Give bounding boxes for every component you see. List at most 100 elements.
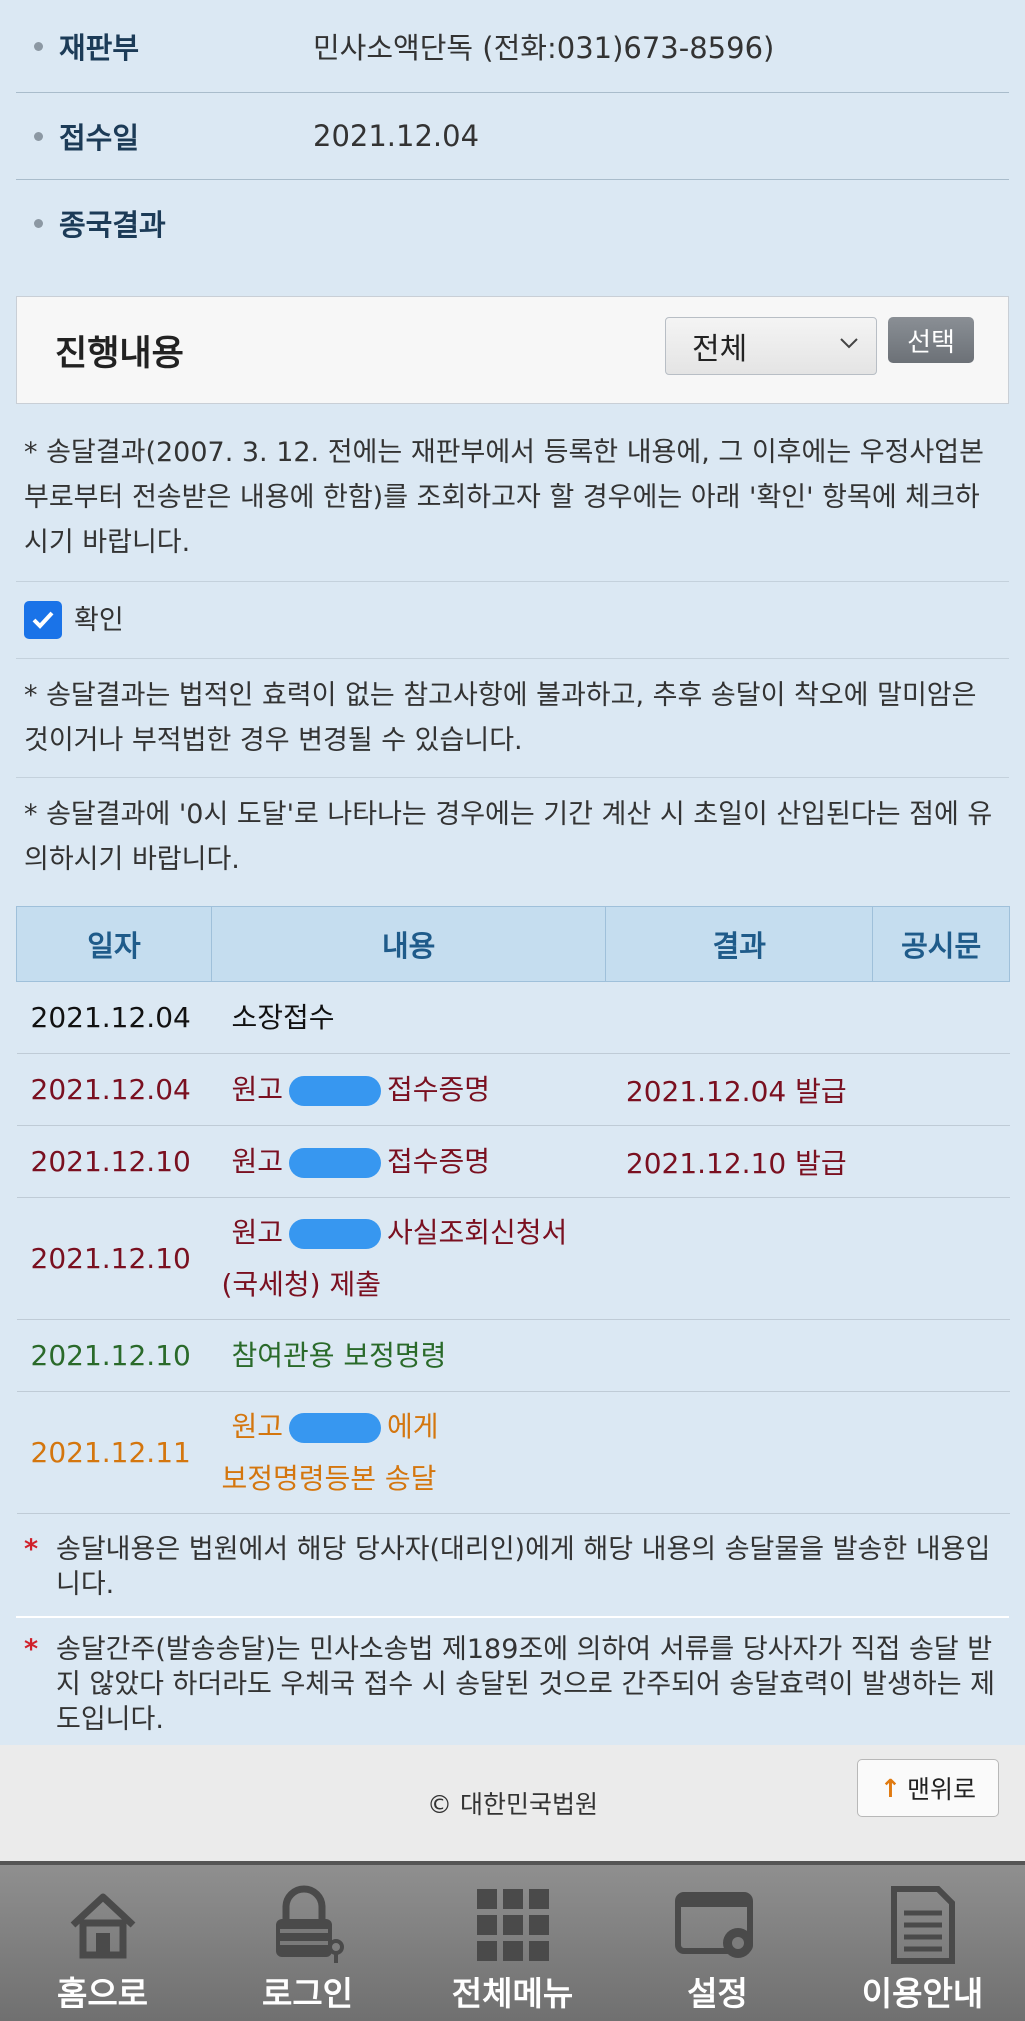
content-text-line2: (국세청) 제출 [221,1267,382,1301]
footnote-delivery-content: * 송달내용은 법원에서 해당 당사자(대리인)에게 해당 내용의 송달물을 발… [16,1514,1009,1618]
redaction-mark [288,1147,381,1178]
confirm-label: 확인 [74,604,124,636]
row-notice [872,1125,1010,1198]
nav-home[interactable]: 홈으로 [8,1865,198,2021]
row-result [605,1319,873,1392]
info-label: 접수일 [59,121,140,155]
case-info: 재판부 민사소액단독 (전화:031)673-8596) 접수일 2021.12… [0,0,1025,266]
content-text: 에게 [386,1409,439,1443]
row-notice [872,1053,1010,1126]
nav-label: 홈으로 [56,1974,149,2013]
row-content: 원고 접수증명 [211,1053,606,1126]
footer: © 대한민국법원 ↑ 맨위로 [0,1745,1025,1861]
header-date: 일자 [16,906,212,982]
row-notice [872,1319,1010,1392]
header-result: 결과 [605,906,874,982]
footnote-text: 송달내용은 법원에서 해당 당사자(대리인)에게 해당 내용의 송달물을 발송한… [56,1534,991,1600]
info-row-receipt-date: 접수일 2021.12.04 [16,93,1009,180]
content-text: 사실조회신청서 [386,1215,568,1249]
redaction-mark [288,1218,381,1249]
info-value: 2021.12.04 [313,119,480,153]
row-content: 원고 접수증명 [211,1125,606,1198]
lock-icon [266,1885,350,1965]
table-row: 2021.12.11 원고 에게 보정명령등본 송달 [16,1391,1010,1514]
content-text: 원고 [231,1215,283,1249]
content-text: 원고 [231,1144,283,1178]
info-label: 종국결과 [59,208,166,242]
home-icon [65,1885,141,1965]
select-button[interactable]: 선택 [888,317,974,363]
nav-label: 로그인 [261,1974,354,2013]
filter-select[interactable]: 전체 [665,317,877,375]
row-result: 2021.12.10 발급 [605,1125,873,1198]
settings-icon [674,1885,762,1965]
row-date: 2021.12.10 [16,1197,212,1320]
progress-header: 진행내용 전체 선택 [16,296,1009,404]
nav-label: 설정 [687,1974,748,2013]
content-text: 소장접수 [231,1000,335,1034]
progress-title: 진행내용 [55,333,184,374]
content-text: 원고 [231,1072,283,1106]
asterisk-icon: * [24,1634,39,1665]
grid-menu-icon [473,1885,553,1965]
content-text-line2: 보정명령등본 송달 [221,1461,437,1495]
row-notice [872,1391,1010,1514]
content-text: 참여관용 보정명령 [231,1338,447,1372]
bullet-icon [34,41,43,51]
content-text: 원고 [231,1409,283,1443]
nav-label: 전체메뉴 [451,1974,574,2013]
top-button-label: 맨위로 [906,1775,976,1804]
row-content: 참여관용 보정명령 [211,1319,606,1392]
row-content: 원고 에게 보정명령등본 송달 [211,1391,606,1514]
footnote-text: 송달간주(발송송달)는 민사소송법 제189조에 의하여 서류를 당사자가 직접… [56,1634,995,1735]
table-row: 2021.12.10 원고 접수증명 2021.12.10 발급 [16,1125,1010,1198]
content-text: 접수증명 [386,1144,491,1178]
header-content: 내용 [210,906,607,982]
nav-label: 이용안내 [861,1974,984,2013]
back-to-top-button[interactable]: ↑ 맨위로 [857,1759,999,1817]
filter-value: 전체 [692,332,748,367]
arrow-up-icon: ↑ [880,1773,901,1803]
row-date: 2021.12.11 [16,1391,212,1514]
row-date: 2021.12.04 [16,981,212,1054]
row-date: 2021.12.04 [16,1053,212,1126]
content-text: 접수증명 [386,1072,491,1106]
nav-login[interactable]: 로그인 [213,1865,403,2021]
row-result [605,981,873,1054]
info-label: 재판부 [59,31,140,65]
info-row-division: 재판부 민사소액단독 (전화:031)673-8596) [16,0,1009,93]
row-notice [872,1197,1010,1320]
progress-table: 일자 내용 결과 공시문 2021.12.04 소장접수 2021.12.04 … [16,906,1010,1514]
confirm-checkbox-row[interactable]: 확인 [16,582,1009,659]
table-row: 2021.12.10 원고 사실조회신청서 (국세청) 제출 [16,1197,1010,1320]
redaction-mark [288,1075,381,1106]
checkbox-checked-icon[interactable] [24,601,62,639]
bullet-icon [34,131,43,141]
bullet-icon [34,218,43,228]
legal-effect-notice: * 송달결과는 법적인 효력이 없는 참고사항에 불과하고, 추후 송달이 착오… [16,659,1009,778]
redaction-mark [288,1412,381,1443]
footnote-deemed-delivery: * 송달간주(발송송달)는 민사소송법 제189조에 의하여 서류를 당사자가 … [16,1618,1009,1753]
bottom-navbar: 홈으로 로그인 전체메뉴 설정 이용안내 [0,1861,1025,2021]
delivery-query-notice: * 송달결과(2007. 3. 12. 전에는 재판부에서 등록한 내용에, 그… [16,404,1009,582]
zero-hour-notice: * 송달결과에 '0시 도달'로 나타나는 경우에는 기간 계산 시 초일이 산… [24,799,993,875]
info-value: 민사소액단독 (전화:031)673-8596) [313,31,775,65]
table-header: 일자 내용 결과 공시문 [16,906,1010,982]
row-notice [872,981,1010,1054]
row-result [605,1197,873,1320]
nav-guide[interactable]: 이용안내 [828,1865,1018,2021]
row-date: 2021.12.10 [16,1319,212,1392]
table-row: 2021.12.04 원고 접수증명 2021.12.04 발급 [16,1053,1010,1126]
header-notice: 공시문 [872,906,1010,982]
row-date: 2021.12.10 [16,1125,212,1198]
row-result: 2021.12.04 발급 [605,1053,873,1126]
document-icon [888,1885,958,1965]
nav-all-menu[interactable]: 전체메뉴 [418,1865,608,2021]
chevron-down-icon [838,332,860,360]
row-result [605,1391,873,1514]
table-row: 2021.12.10 참여관용 보정명령 [16,1319,1010,1392]
info-row-final-result: 종국결과 [16,180,1009,266]
nav-settings[interactable]: 설정 [623,1865,813,2021]
row-content: 소장접수 [211,981,606,1054]
asterisk-icon: * [24,1534,39,1565]
